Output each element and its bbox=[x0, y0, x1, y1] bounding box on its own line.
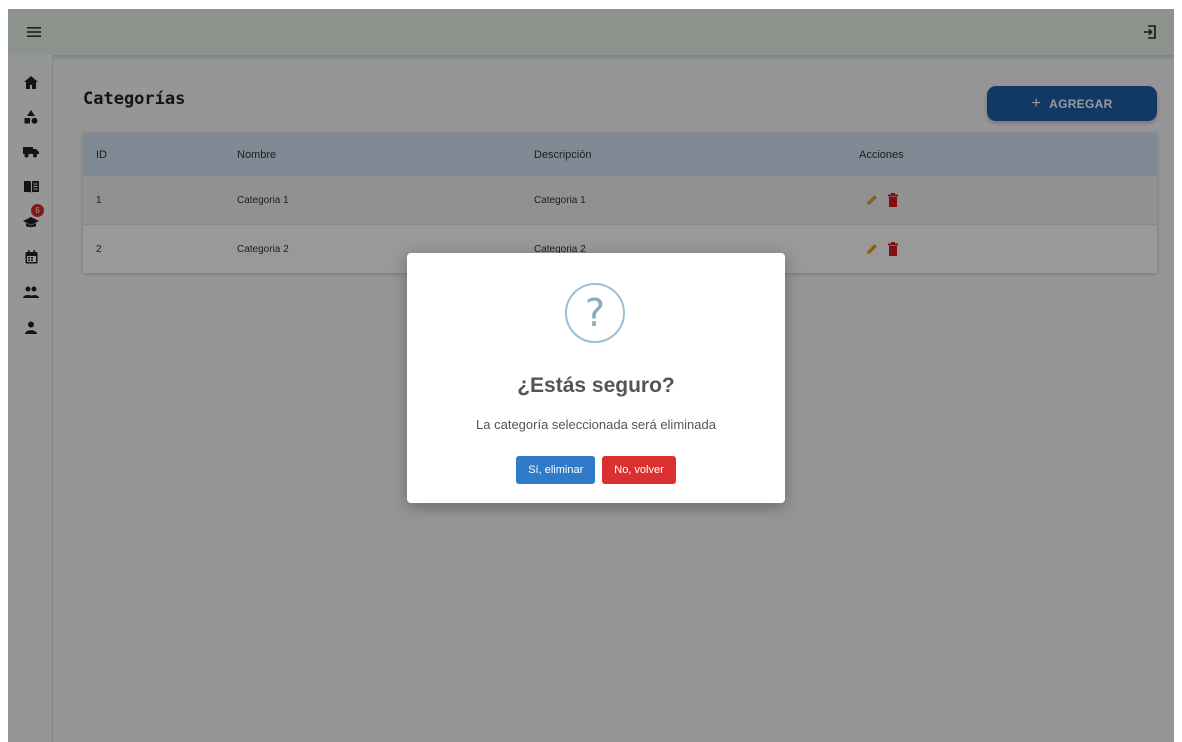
app-frame: 6 Categorías + AGREGAR ID Nombre Descrip… bbox=[8, 9, 1174, 742]
cancel-button[interactable]: No, volver bbox=[602, 456, 676, 484]
confirm-delete-button[interactable]: Sí, eliminar bbox=[516, 456, 596, 484]
dialog-title: ¿Estás seguro? bbox=[517, 374, 675, 397]
dialog-message: La categoría seleccionada será eliminada bbox=[476, 417, 716, 432]
confirm-dialog: ? ¿Estás seguro? La categoría selecciona… bbox=[407, 253, 785, 503]
question-icon: ? bbox=[565, 283, 625, 343]
dialog-actions: Sí, eliminar No, volver bbox=[407, 456, 785, 484]
